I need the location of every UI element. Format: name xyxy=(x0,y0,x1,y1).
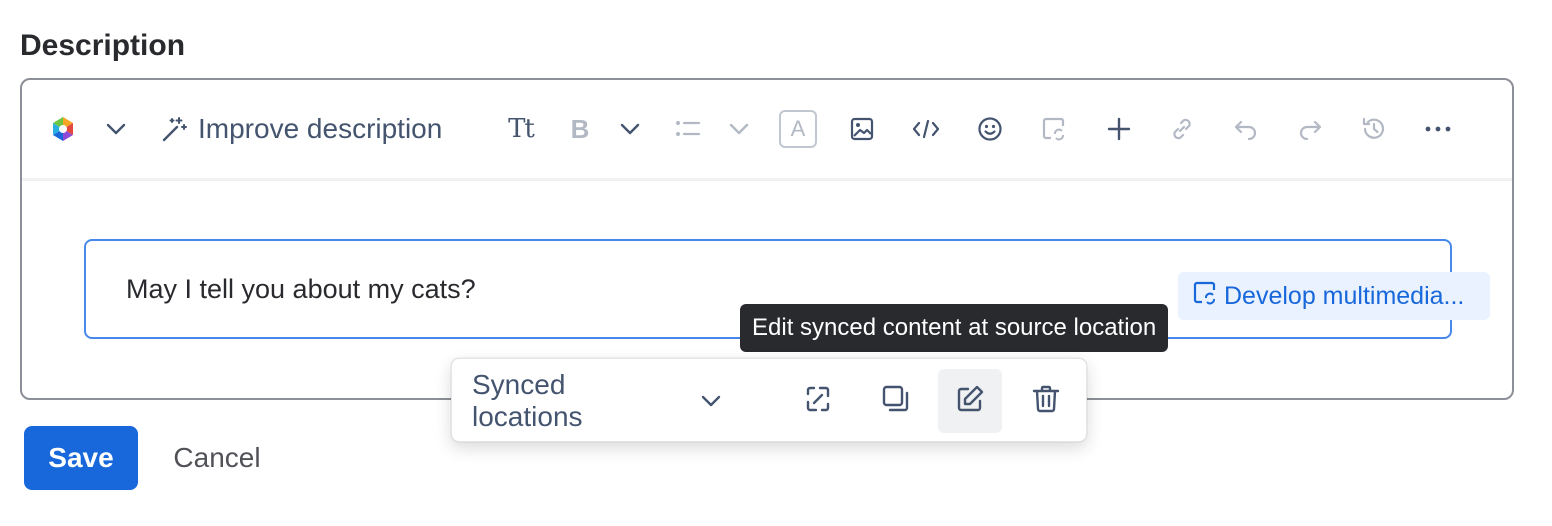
copy-icon xyxy=(880,383,912,420)
delete-button[interactable] xyxy=(1014,369,1078,433)
edit-source-button[interactable] xyxy=(938,369,1002,433)
unsync-icon xyxy=(802,383,834,420)
link-icon[interactable] xyxy=(1168,108,1196,150)
text-color-label: A xyxy=(779,110,817,148)
develop-multimedia-button[interactable]: Develop multimedia... xyxy=(1178,272,1490,320)
history-icon[interactable] xyxy=(1360,108,1388,150)
edit-synced-tooltip: Edit synced content at source location xyxy=(740,304,1169,352)
ai-logo-icon[interactable] xyxy=(48,108,78,150)
improve-description-label: Improve description xyxy=(198,113,443,144)
redo-icon[interactable] xyxy=(1296,108,1324,150)
synced-block-toolbar: Synced locations xyxy=(451,358,1087,442)
formatting-chevron-down-icon[interactable] xyxy=(618,108,642,150)
develop-multimedia-label: Develop multimedia... xyxy=(1224,281,1465,310)
copy-button[interactable] xyxy=(864,369,928,433)
plus-icon[interactable] xyxy=(1106,108,1132,150)
save-button[interactable]: Save xyxy=(24,426,138,490)
more-icon[interactable] xyxy=(1424,108,1452,150)
edit-icon xyxy=(954,383,986,420)
synced-block-text[interactable]: May I tell you about my cats? xyxy=(126,271,476,307)
text-style-icon[interactable]: Tt xyxy=(504,108,538,150)
magic-wand-icon xyxy=(160,115,188,143)
delete-icon xyxy=(1030,383,1062,420)
unsync-button[interactable] xyxy=(786,369,850,433)
text-color-icon[interactable]: A xyxy=(778,108,818,150)
emoji-icon[interactable] xyxy=(976,108,1004,150)
ai-menu-chevron-down-icon[interactable] xyxy=(102,108,130,150)
cancel-button[interactable]: Cancel xyxy=(150,426,284,490)
synced-block-icon[interactable] xyxy=(1040,108,1068,150)
code-icon[interactable] xyxy=(912,108,940,150)
list-chevron-down-icon[interactable] xyxy=(726,108,752,150)
synced-locations-dropdown[interactable]: Synced locations xyxy=(472,369,722,433)
chevron-down-icon xyxy=(700,394,722,408)
bullet-list-icon[interactable] xyxy=(674,108,702,150)
editor-toolbar: Improve description Tt B A xyxy=(22,80,1512,181)
improve-description-button[interactable]: Improve description xyxy=(160,108,442,150)
synced-block-icon xyxy=(1192,280,1218,313)
bold-icon[interactable]: B xyxy=(568,108,592,150)
field-label: Description xyxy=(20,29,186,62)
synced-locations-label: Synced locations xyxy=(472,369,583,432)
undo-icon[interactable] xyxy=(1232,108,1260,150)
image-icon[interactable] xyxy=(848,108,876,150)
